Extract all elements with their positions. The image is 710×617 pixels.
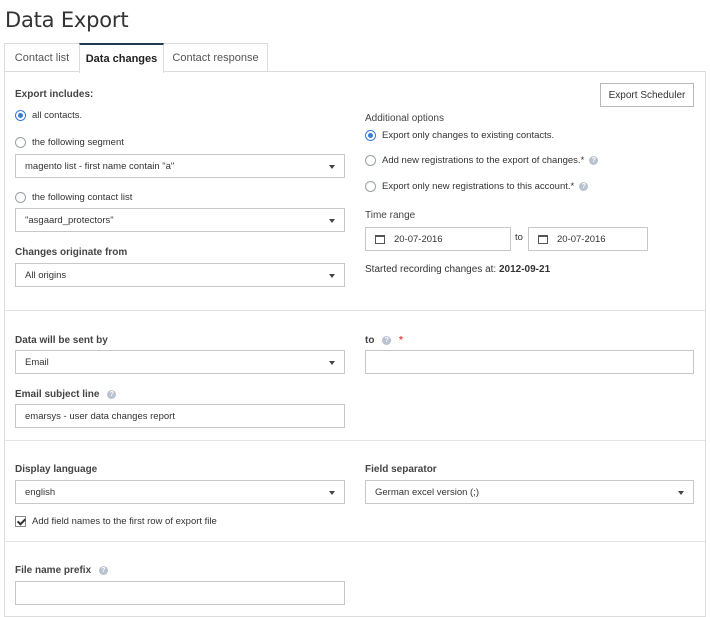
section-divider — [5, 310, 705, 311]
display-language-label: Display language — [15, 464, 98, 475]
subject-line-label: Email subject line ? — [15, 389, 117, 400]
section-divider — [5, 440, 705, 441]
radio-segment[interactable]: the following segment — [15, 137, 124, 148]
chevron-down-icon — [329, 165, 335, 169]
changes-origin-label: Changes originate from — [15, 247, 128, 258]
radio-button[interactable] — [15, 192, 26, 203]
export-includes-label: Export includes: — [15, 89, 94, 100]
radio-button[interactable] — [365, 155, 376, 166]
help-icon[interactable]: ? — [589, 156, 599, 165]
radio-add-new-registrations[interactable]: Add new registrations to the export of c… — [365, 155, 599, 166]
additional-options-label: Additional options — [365, 113, 444, 124]
file-prefix-input[interactable] — [15, 581, 345, 605]
contact-list-select[interactable]: "asgaard_protectors" — [15, 208, 345, 232]
date-to-input[interactable]: 20-07-2016 — [528, 227, 648, 251]
radio-button[interactable] — [15, 137, 26, 148]
date-range-to-label: to — [515, 232, 523, 243]
radio-segment-label: the following segment — [32, 137, 124, 148]
help-icon[interactable]: ? — [382, 335, 392, 345]
radio-all-contacts[interactable]: all contacts. — [15, 110, 82, 121]
time-range-label: Time range — [365, 210, 416, 221]
segment-select[interactable]: magento list - first name contain "a" — [15, 154, 345, 178]
field-separator-label: Field separator — [365, 464, 437, 475]
export-panel — [4, 71, 706, 617]
field-names-checkbox-row[interactable]: Add field names to the first row of expo… — [15, 516, 217, 527]
help-icon[interactable]: ? — [579, 182, 589, 191]
recipient-label: to ? * — [365, 335, 403, 346]
changes-origin-select[interactable]: All origins — [15, 263, 345, 287]
radio-only-new-registrations[interactable]: Export only new registrations to this ac… — [365, 181, 589, 192]
field-names-label: Add field names to the first row of expo… — [32, 516, 217, 527]
calendar-icon — [375, 234, 385, 244]
sent-by-value: Email — [25, 356, 49, 368]
date-from-input[interactable]: 20-07-2016 — [365, 227, 511, 251]
field-separator-value: German excel version (;) — [375, 486, 480, 498]
chevron-down-icon — [329, 274, 335, 278]
subject-line-input[interactable]: emarsys - user data changes report — [15, 404, 345, 428]
chevron-down-icon — [678, 491, 684, 495]
page-title: Data Export — [5, 8, 129, 32]
required-marker: * — [399, 335, 403, 346]
radio-button-checked[interactable] — [365, 130, 376, 141]
tab-contact-response[interactable]: Contact response — [163, 43, 268, 72]
segment-select-value: magento list - first name contain "a" — [25, 160, 175, 172]
field-names-checkbox[interactable] — [15, 516, 26, 527]
field-separator-select[interactable]: German excel version (;) — [365, 480, 694, 504]
recording-start-date: 2012-09-21 — [498, 264, 551, 275]
radio-add-new-registrations-label: Add new registrations to the export of c… — [382, 155, 585, 166]
radio-contact-list[interactable]: the following contact list — [15, 192, 132, 203]
radio-all-contacts-label: all contacts. — [32, 110, 83, 121]
sent-by-select[interactable]: Email — [15, 350, 345, 374]
recording-start-info: Started recording changes at: 2012-09-21 — [365, 264, 550, 275]
tab-contact-list[interactable]: Contact list — [4, 43, 80, 72]
calendar-icon — [538, 234, 548, 244]
radio-existing-contacts-label: Export only changes to existing contacts… — [382, 130, 555, 141]
radio-existing-contacts[interactable]: Export only changes to existing contacts… — [365, 130, 554, 141]
changes-origin-value: All origins — [25, 269, 67, 281]
export-scheduler-button[interactable]: Export Scheduler — [600, 83, 694, 107]
chevron-down-icon — [329, 219, 335, 223]
help-icon[interactable]: ? — [107, 389, 117, 399]
tab-data-changes[interactable]: Data changes — [79, 43, 164, 73]
date-to-value: 20-07-2016 — [557, 233, 606, 245]
recording-start-text: Started recording changes at: — [365, 264, 497, 275]
file-prefix-label: File name prefix ? — [15, 565, 108, 576]
radio-only-new-registrations-label: Export only new registrations to this ac… — [382, 181, 575, 192]
radio-button[interactable] — [365, 181, 376, 192]
recipient-label-text: to — [365, 335, 375, 346]
display-language-value: english — [25, 486, 56, 498]
display-language-select[interactable]: english — [15, 480, 345, 504]
file-prefix-label-text: File name prefix — [15, 565, 92, 576]
radio-button-checked[interactable] — [15, 110, 26, 121]
subject-line-label-text: Email subject line — [15, 389, 100, 400]
contact-list-select-value: "asgaard_protectors" — [25, 214, 114, 226]
section-divider — [5, 541, 705, 542]
radio-contact-list-label: the following contact list — [32, 192, 133, 203]
chevron-down-icon — [329, 361, 335, 365]
sent-by-label: Data will be sent by — [15, 335, 108, 346]
chevron-down-icon — [329, 491, 335, 495]
help-icon[interactable]: ? — [98, 565, 108, 575]
date-from-value: 20-07-2016 — [394, 233, 443, 245]
recipient-email-input[interactable] — [365, 350, 694, 374]
